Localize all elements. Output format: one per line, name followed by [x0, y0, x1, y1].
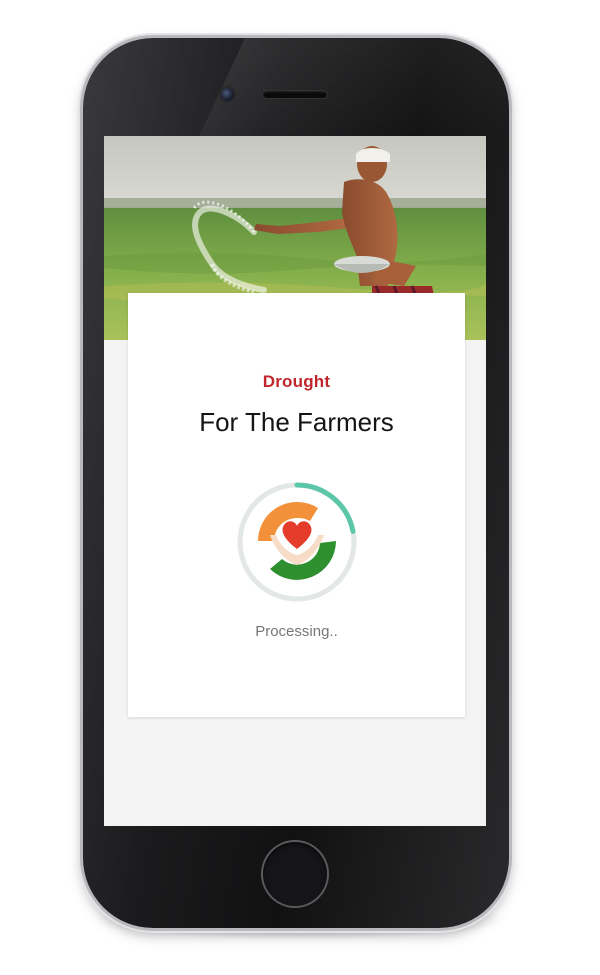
progress-spinner — [237, 482, 357, 602]
category-label: Drought — [262, 372, 331, 391]
front-camera — [221, 88, 234, 101]
processing-status: Processing.. — [255, 623, 338, 640]
content-card: Drought For The Farmers Processing.. — [128, 293, 465, 717]
logo-orange-arc-right — [297, 501, 318, 521]
heart-icon — [282, 521, 312, 549]
app-screen: Drought For The Farmers Processing.. — [104, 136, 486, 826]
earpiece-speaker — [263, 91, 327, 98]
page-title: For The Farmers — [199, 407, 394, 437]
farmer-aid-logo-icon — [258, 501, 336, 580]
home-button[interactable] — [263, 842, 327, 906]
